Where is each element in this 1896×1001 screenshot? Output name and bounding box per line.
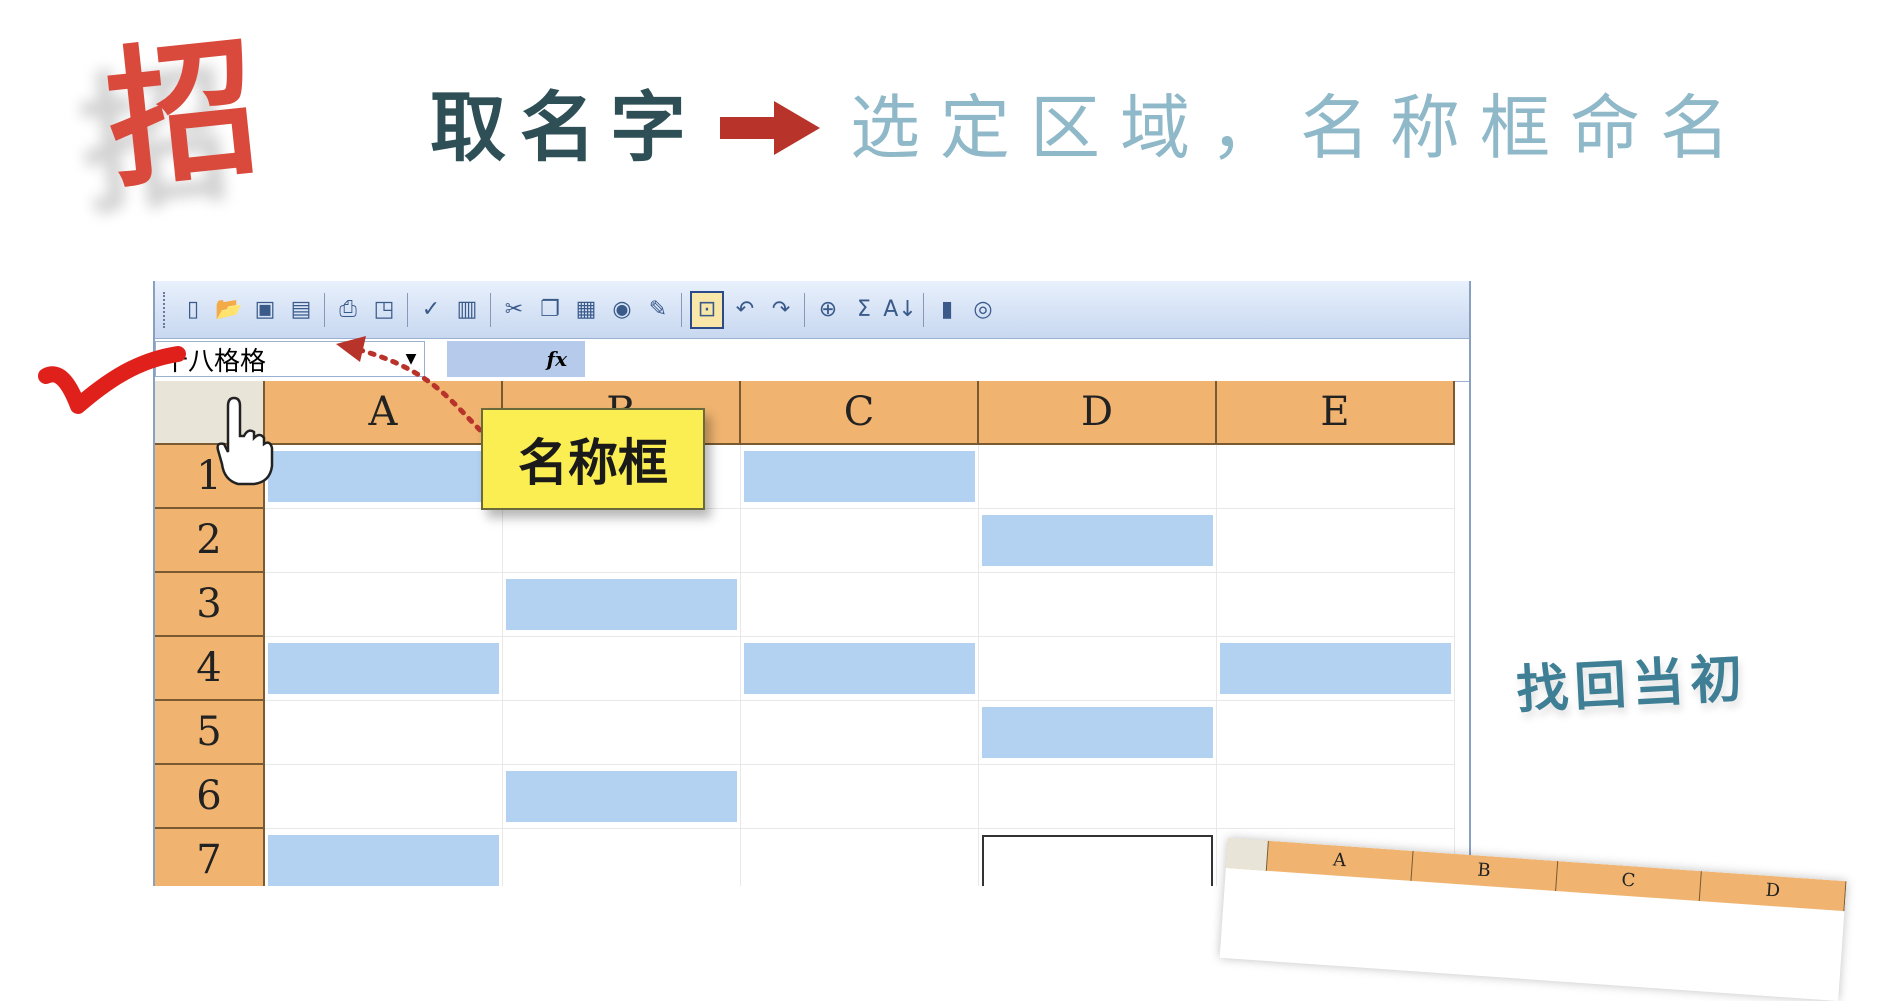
cell-d1[interactable] bbox=[979, 445, 1217, 509]
autosum-icon[interactable]: Σ bbox=[849, 293, 879, 327]
spelling-icon[interactable]: ✓ bbox=[416, 293, 446, 327]
cell-a3[interactable] bbox=[265, 573, 503, 637]
research-icon[interactable]: ▥ bbox=[452, 293, 482, 327]
right-arrow-icon bbox=[720, 101, 820, 155]
side-note: 找回当初 bbox=[1514, 648, 1750, 722]
toolbar-separator bbox=[804, 292, 805, 327]
cell-b5[interactable] bbox=[503, 701, 741, 765]
cell-c2[interactable] bbox=[741, 509, 979, 573]
cell-a7[interactable] bbox=[265, 829, 503, 886]
cell-e2[interactable] bbox=[1217, 509, 1455, 573]
save-icon[interactable]: ▣ bbox=[250, 293, 280, 327]
toolbar-separator bbox=[324, 292, 325, 327]
cell-d2[interactable] bbox=[979, 509, 1217, 573]
toolbar-separator bbox=[923, 292, 924, 327]
cell-a2[interactable] bbox=[265, 509, 503, 573]
row-header[interactable]: 4 bbox=[155, 637, 265, 701]
zoom-icon[interactable]: ⊡ bbox=[690, 290, 724, 329]
cell-c7[interactable] bbox=[741, 829, 979, 886]
cell-b3[interactable] bbox=[503, 573, 741, 637]
copy-icon[interactable]: ❐ bbox=[535, 293, 565, 327]
toolbar-grip[interactable] bbox=[163, 291, 169, 328]
mini-sheet-thumbnail: A B C D bbox=[1219, 838, 1847, 1001]
cell-d7[interactable] bbox=[979, 829, 1217, 886]
cell-a1[interactable] bbox=[265, 445, 503, 509]
column-header[interactable]: D bbox=[979, 381, 1217, 445]
cell-d6[interactable] bbox=[979, 765, 1217, 829]
cell-b7[interactable] bbox=[503, 829, 741, 886]
open-icon[interactable]: 📂 bbox=[214, 293, 244, 327]
cell-a4[interactable] bbox=[265, 637, 503, 701]
new-icon[interactable]: ▯ bbox=[178, 293, 208, 327]
checkmark-icon bbox=[38, 346, 186, 414]
mini-sheet-column-c: C bbox=[1555, 861, 1703, 902]
chart-wizard-icon[interactable]: ▮ bbox=[932, 293, 962, 327]
cell-c5[interactable] bbox=[741, 701, 979, 765]
column-header[interactable]: E bbox=[1217, 381, 1455, 445]
camera-icon[interactable]: ◉ bbox=[607, 293, 637, 327]
mini-sheet-corner bbox=[1225, 838, 1269, 871]
cell-e1[interactable] bbox=[1217, 445, 1455, 509]
mini-sheet-column-d: D bbox=[1699, 871, 1847, 912]
toolbar-separator bbox=[490, 292, 491, 327]
hand-cursor-icon bbox=[216, 396, 274, 486]
cell-c1[interactable] bbox=[741, 445, 979, 509]
cell-b2[interactable] bbox=[503, 509, 741, 573]
cell-e5[interactable] bbox=[1217, 701, 1455, 765]
undo-icon[interactable]: ↶ bbox=[730, 293, 760, 327]
name-box-callout: 名称框 bbox=[481, 408, 705, 510]
brand-character: 招 bbox=[99, 20, 267, 210]
cell-c6[interactable] bbox=[741, 765, 979, 829]
hyperlink-icon[interactable]: ⊕ bbox=[813, 293, 843, 327]
cell-e6[interactable] bbox=[1217, 765, 1455, 829]
toolbar-separator bbox=[407, 292, 408, 327]
print-icon[interactable]: ⎙ bbox=[333, 293, 363, 327]
step-text: 取名字 bbox=[430, 83, 700, 172]
row-header[interactable]: 3 bbox=[155, 573, 265, 637]
cell-b6[interactable] bbox=[503, 765, 741, 829]
row-header[interactable]: 2 bbox=[155, 509, 265, 573]
print-preview-icon[interactable]: ◳ bbox=[369, 293, 399, 327]
cell-a6[interactable] bbox=[265, 765, 503, 829]
cell-c4[interactable] bbox=[741, 637, 979, 701]
paste-icon[interactable]: ▦ bbox=[571, 293, 601, 327]
cell-d3[interactable] bbox=[979, 573, 1217, 637]
mini-sheet-column-b: B bbox=[1411, 850, 1558, 891]
row-header[interactable]: 7 bbox=[155, 829, 265, 886]
result-text: 选定区域，名称框命名 bbox=[850, 87, 1750, 169]
toolbar-separator bbox=[681, 292, 682, 327]
redo-icon[interactable]: ↷ bbox=[766, 293, 796, 327]
mini-sheet-header: A B C D bbox=[1225, 838, 1847, 912]
cell-d4[interactable] bbox=[979, 637, 1217, 701]
cell-e3[interactable] bbox=[1217, 573, 1455, 637]
cell-a5[interactable] bbox=[265, 701, 503, 765]
headline: 取名字 选定区域，名称框命名 bbox=[430, 78, 1750, 178]
worksheet-grid: ABCDE1234567 bbox=[155, 381, 1455, 886]
permission-icon[interactable]: ▤ bbox=[286, 293, 316, 327]
cell-c3[interactable] bbox=[741, 573, 979, 637]
cut-icon[interactable]: ✂ bbox=[499, 293, 529, 327]
sort-ascending-icon[interactable]: A↓ bbox=[883, 293, 916, 327]
pointer-arrow-icon bbox=[336, 336, 483, 433]
help-icon[interactable]: ◎ bbox=[968, 293, 998, 327]
cell-b4[interactable] bbox=[503, 637, 741, 701]
row-header[interactable]: 6 bbox=[155, 765, 265, 829]
cell-d5[interactable] bbox=[979, 701, 1217, 765]
format-painter-icon[interactable]: ✎ bbox=[643, 293, 673, 327]
cell-e4[interactable] bbox=[1217, 637, 1455, 701]
column-header[interactable]: C bbox=[741, 381, 979, 445]
row-header[interactable]: 5 bbox=[155, 701, 265, 765]
